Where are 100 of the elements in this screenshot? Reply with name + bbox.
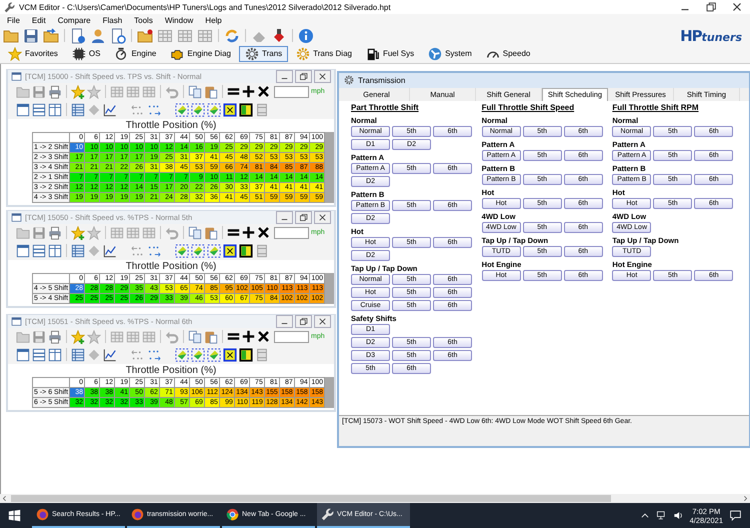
split-columns-icon[interactable] xyxy=(48,244,62,258)
star-icon[interactable] xyxy=(87,226,101,240)
cell-icon[interactable] xyxy=(255,348,269,362)
scrollbar[interactable] xyxy=(0,494,750,503)
paste-icon[interactable] xyxy=(204,84,218,99)
nav-tab[interactable]: Trans Diag xyxy=(290,46,358,62)
save-icon[interactable] xyxy=(32,226,46,240)
print-icon[interactable] xyxy=(48,226,62,240)
close-icon[interactable] xyxy=(317,316,328,327)
fill-icon[interactable] xyxy=(207,348,221,362)
nav-tab[interactable]: System xyxy=(422,46,478,62)
star-icon[interactable] xyxy=(87,330,101,344)
decrease-decimals-icon[interactable] xyxy=(131,348,145,362)
scrollbar[interactable] xyxy=(325,376,334,408)
nav-tab[interactable]: Engine Diag xyxy=(164,46,237,62)
restore-icon[interactable] xyxy=(704,0,718,14)
table-icon[interactable] xyxy=(71,244,85,258)
nav-tab[interactable]: Fuel Sys xyxy=(360,46,420,62)
cell-color-icon[interactable] xyxy=(239,102,253,117)
star-plus-icon[interactable] xyxy=(71,84,85,99)
plus-icon[interactable] xyxy=(242,330,255,344)
sync-icon[interactable] xyxy=(224,28,240,44)
windows-logo-icon[interactable] xyxy=(8,509,20,522)
select-cell-icon[interactable] xyxy=(223,244,237,258)
scrollbar-thumb[interactable] xyxy=(11,495,612,502)
multiply-icon[interactable] xyxy=(257,226,270,240)
split-rows-icon[interactable] xyxy=(32,348,46,362)
scrollbar[interactable] xyxy=(325,132,334,203)
multiply-icon[interactable] xyxy=(257,330,270,344)
window-icon[interactable] xyxy=(16,102,30,117)
fill-icon[interactable] xyxy=(207,102,221,117)
value-input[interactable] xyxy=(274,226,309,239)
menu-item[interactable]: Flash xyxy=(102,16,122,25)
folder-icon[interactable] xyxy=(137,28,153,44)
split-rows-icon[interactable] xyxy=(32,102,46,117)
line-chart-icon[interactable] xyxy=(103,244,117,258)
speaker-icon[interactable] xyxy=(672,510,684,521)
nav-tab[interactable]: Favorites xyxy=(2,46,64,62)
table-icon[interactable] xyxy=(71,348,85,362)
value-input[interactable] xyxy=(274,330,309,343)
restore-icon[interactable] xyxy=(298,316,309,327)
multiply-icon[interactable] xyxy=(257,85,270,98)
copy-icon[interactable] xyxy=(188,84,202,99)
table-icon[interactable] xyxy=(71,102,85,117)
increase-decimals-icon[interactable] xyxy=(147,348,161,362)
copy-icon[interactable] xyxy=(188,330,202,344)
person-icon[interactable] xyxy=(90,28,106,44)
print-icon[interactable] xyxy=(48,84,62,99)
menu-item[interactable]: File xyxy=(7,16,20,25)
star-plus-icon[interactable] xyxy=(71,226,85,240)
plus-icon[interactable] xyxy=(242,226,255,240)
cell-icon[interactable] xyxy=(255,102,269,117)
nav-tab[interactable]: Trans xyxy=(238,46,288,62)
star-plus-icon[interactable] xyxy=(71,330,85,344)
save-icon[interactable] xyxy=(32,84,46,99)
increase-decimals-icon[interactable] xyxy=(147,102,161,117)
close-icon[interactable] xyxy=(317,70,328,82)
paste-icon[interactable] xyxy=(204,226,218,240)
paste-icon[interactable] xyxy=(204,330,218,344)
plus-icon[interactable] xyxy=(242,85,255,98)
fill-icon[interactable] xyxy=(191,348,205,362)
menu-item[interactable]: Edit xyxy=(32,16,46,25)
restore-icon[interactable] xyxy=(298,70,309,82)
fill-icon[interactable] xyxy=(175,244,189,258)
split-columns-icon[interactable] xyxy=(48,102,62,117)
menu-item[interactable]: Compare xyxy=(58,16,91,25)
cell-color-icon[interactable] xyxy=(239,348,253,362)
save-icon[interactable] xyxy=(32,330,46,344)
folder-arrow-icon[interactable] xyxy=(43,28,59,44)
fill-icon[interactable] xyxy=(207,244,221,258)
fill-icon[interactable] xyxy=(175,348,189,362)
restore-icon[interactable] xyxy=(298,212,309,223)
open-folder-icon[interactable] xyxy=(3,28,19,44)
decrease-decimals-icon[interactable] xyxy=(131,244,145,258)
menu-item[interactable]: Tools xyxy=(134,16,153,25)
fill-icon[interactable] xyxy=(191,244,205,258)
print-icon[interactable] xyxy=(48,330,62,344)
window-icon[interactable] xyxy=(16,244,30,258)
save-icon[interactable] xyxy=(23,28,39,44)
close-icon[interactable] xyxy=(317,212,328,223)
menu-item[interactable]: Help xyxy=(205,16,222,25)
select-cell-icon[interactable] xyxy=(223,348,237,362)
window-icon[interactable] xyxy=(16,348,30,362)
nav-tab[interactable]: OS xyxy=(66,46,106,62)
nav-tab[interactable]: Engine xyxy=(108,46,162,62)
split-columns-icon[interactable] xyxy=(48,348,62,362)
nav-tab[interactable]: Speedo xyxy=(480,46,536,62)
star-icon[interactable] xyxy=(87,84,101,99)
menu-item[interactable]: Window xyxy=(164,16,194,25)
line-chart-icon[interactable] xyxy=(103,348,117,362)
line-chart-icon[interactable] xyxy=(103,102,117,117)
cell-icon[interactable] xyxy=(255,244,269,258)
decrease-decimals-icon[interactable] xyxy=(131,102,145,117)
network-icon[interactable] xyxy=(656,510,667,521)
scrollbar[interactable] xyxy=(325,272,334,304)
cell-color-icon[interactable] xyxy=(239,244,253,258)
copy-icon[interactable] xyxy=(188,226,202,240)
fill-icon[interactable] xyxy=(175,102,189,117)
value-input[interactable] xyxy=(274,86,309,98)
info-icon[interactable] xyxy=(298,28,314,44)
